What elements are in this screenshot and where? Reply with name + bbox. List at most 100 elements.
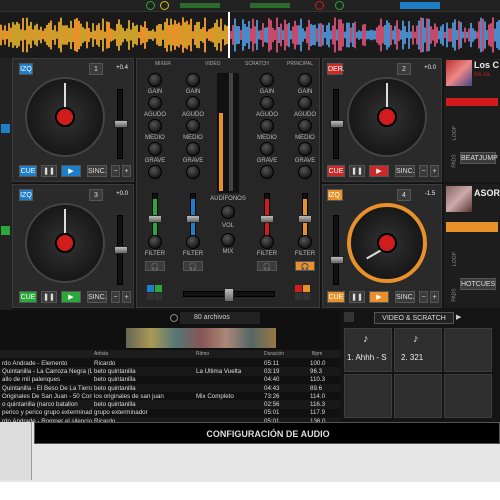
table-row[interactable]: Originales De San Juan - 50 Corridos Del… bbox=[0, 392, 340, 400]
deck-select-4[interactable] bbox=[303, 285, 310, 292]
channel-knob-top[interactable] bbox=[298, 73, 312, 87]
deck-select-8[interactable] bbox=[303, 293, 310, 300]
deck1-pause-button[interactable]: ❚❚ bbox=[41, 165, 57, 177]
deck2-side-tag[interactable]: DER. bbox=[327, 63, 345, 75]
deck1-pitch-cap[interactable] bbox=[114, 120, 128, 128]
cover-strip[interactable] bbox=[126, 328, 276, 348]
deck4-side-tag[interactable]: IZQ. bbox=[327, 189, 343, 201]
deck3-sync-button[interactable]: SINC. bbox=[87, 291, 107, 303]
deck-select-7[interactable] bbox=[155, 293, 162, 300]
crossfader-cap[interactable] bbox=[224, 288, 234, 302]
deck2-play-button[interactable]: ▶ bbox=[369, 165, 389, 177]
headphone-knob[interactable] bbox=[221, 205, 235, 219]
deck-select-1[interactable] bbox=[147, 285, 154, 292]
deck4-sync-button[interactable]: SINC. bbox=[395, 291, 415, 303]
deck3-side-tag[interactable]: IZQ bbox=[19, 189, 33, 201]
deck4-minus[interactable]: − bbox=[419, 291, 428, 303]
sampler-next-icon[interactable]: ▶ bbox=[456, 313, 461, 321]
crossfader[interactable] bbox=[183, 288, 275, 302]
knob-medio[interactable] bbox=[148, 142, 162, 156]
deck2-pitch-fader[interactable] bbox=[330, 89, 344, 159]
knob-gain[interactable] bbox=[298, 96, 312, 110]
waveform-display[interactable] bbox=[0, 12, 500, 58]
headphone-cue-button[interactable]: 🎧 bbox=[257, 261, 277, 271]
knob-grave[interactable] bbox=[298, 165, 312, 179]
sync-icon-left[interactable] bbox=[146, 1, 155, 10]
tab-video[interactable]: VIDEO bbox=[205, 61, 221, 67]
headphone-cue-button[interactable]: 🎧 bbox=[183, 261, 203, 271]
deck4-pitch-cap[interactable] bbox=[330, 256, 344, 264]
knob-gain[interactable] bbox=[260, 96, 274, 110]
search-icon[interactable] bbox=[170, 314, 178, 322]
knob-grave[interactable] bbox=[260, 165, 274, 179]
deck2-plus[interactable]: + bbox=[430, 165, 439, 177]
deck3-cue-button[interactable]: CUE bbox=[19, 291, 37, 303]
deck1-play-button[interactable]: ▶ bbox=[61, 165, 81, 177]
col-duracion[interactable]: Duración bbox=[264, 351, 284, 357]
deck3-jogwheel[interactable] bbox=[25, 203, 105, 283]
hotcues-button[interactable]: HOTCUES bbox=[460, 278, 496, 290]
tab-principal[interactable]: PRINCIPAL bbox=[287, 61, 313, 67]
deck1-sync-button[interactable]: SINC. bbox=[87, 165, 107, 177]
table-row[interactable]: Quintanilla - La Carroza Negra (La Ultim… bbox=[0, 367, 340, 376]
deck3-pitch-fader[interactable] bbox=[114, 215, 128, 285]
table-row[interactable]: rdo Andrade - Elemento Ricardo 05:11 100.0 bbox=[0, 359, 340, 367]
deck3-minus[interactable]: − bbox=[111, 291, 120, 303]
filter-knob[interactable] bbox=[148, 235, 162, 249]
knob-gain[interactable] bbox=[148, 96, 162, 110]
table-row[interactable]: o quintanilla (narco batallon beto quinta… bbox=[0, 400, 340, 409]
deck4-cue-button[interactable]: CUE bbox=[327, 291, 345, 303]
channel-knob-top[interactable] bbox=[148, 73, 162, 87]
sync-icon-right[interactable] bbox=[315, 1, 324, 10]
sampler-grid-icon[interactable] bbox=[344, 312, 354, 322]
deck-select-3[interactable] bbox=[155, 285, 162, 292]
knob-medio[interactable] bbox=[186, 142, 200, 156]
col-ritmo[interactable]: Ritmo bbox=[196, 351, 209, 357]
knob-gain[interactable] bbox=[186, 96, 200, 110]
sampler-pad-4[interactable] bbox=[344, 374, 392, 418]
deck4-jogwheel[interactable] bbox=[347, 203, 427, 283]
deck3-plus[interactable]: + bbox=[122, 291, 131, 303]
deck1-side-tag[interactable]: IZQ bbox=[19, 63, 33, 75]
knob-medio[interactable] bbox=[298, 142, 312, 156]
vol-knob[interactable] bbox=[221, 233, 235, 247]
table-row[interactable]: allo de mil palenques beto quintanilla 04:… bbox=[0, 376, 340, 384]
knob-grave[interactable] bbox=[186, 165, 200, 179]
knob-agudo[interactable] bbox=[298, 119, 312, 133]
deck3-play-button[interactable]: ▶ bbox=[61, 291, 81, 303]
deck4-pitch-fader[interactable] bbox=[330, 215, 344, 285]
filter-knob[interactable] bbox=[298, 235, 312, 249]
channel-fader-cap[interactable] bbox=[260, 215, 274, 223]
beatjump-button[interactable]: BEATJUMP bbox=[460, 152, 498, 164]
deck1-cue-button[interactable]: CUE bbox=[19, 165, 37, 177]
deck2-minus[interactable]: − bbox=[419, 165, 428, 177]
filter-knob[interactable] bbox=[186, 235, 200, 249]
headphone-cue-button[interactable]: 🎧 bbox=[295, 261, 315, 271]
knob-agudo[interactable] bbox=[186, 119, 200, 133]
deck-select-2[interactable] bbox=[295, 285, 302, 292]
deck1-pitch-fader[interactable] bbox=[114, 89, 128, 159]
deck4-plus[interactable]: + bbox=[430, 291, 439, 303]
channel-fader-cap[interactable] bbox=[298, 215, 312, 223]
sync-icon-left-2[interactable] bbox=[160, 1, 169, 10]
deck1-plus[interactable]: + bbox=[122, 165, 131, 177]
channel-fader-cap[interactable] bbox=[148, 215, 162, 223]
deck-select-6[interactable] bbox=[295, 293, 302, 300]
deck-select-5[interactable] bbox=[147, 293, 154, 300]
sampler-pad-5[interactable] bbox=[394, 374, 442, 418]
deck1-jogwheel[interactable] bbox=[25, 77, 105, 157]
deck2-jogwheel[interactable] bbox=[347, 77, 427, 157]
tab-scratch[interactable]: SCRATCH bbox=[245, 61, 269, 67]
knob-agudo[interactable] bbox=[260, 119, 274, 133]
knob-agudo[interactable] bbox=[148, 119, 162, 133]
knob-medio[interactable] bbox=[260, 142, 274, 156]
sync-icon-right-2[interactable] bbox=[335, 1, 344, 10]
channel-knob-top[interactable] bbox=[260, 73, 274, 87]
deck2-pause-button[interactable]: ❚❚ bbox=[349, 165, 365, 177]
col-bpm[interactable]: Bpm bbox=[312, 351, 322, 357]
table-row[interactable]: perico y perico grupo exterminador grupo … bbox=[0, 409, 340, 417]
sampler-pad-3[interactable] bbox=[444, 328, 492, 372]
col-artista[interactable]: Artista bbox=[94, 351, 108, 357]
channel-fader-cap[interactable] bbox=[186, 215, 200, 223]
deck4-play-button[interactable]: ▶ bbox=[369, 291, 389, 303]
